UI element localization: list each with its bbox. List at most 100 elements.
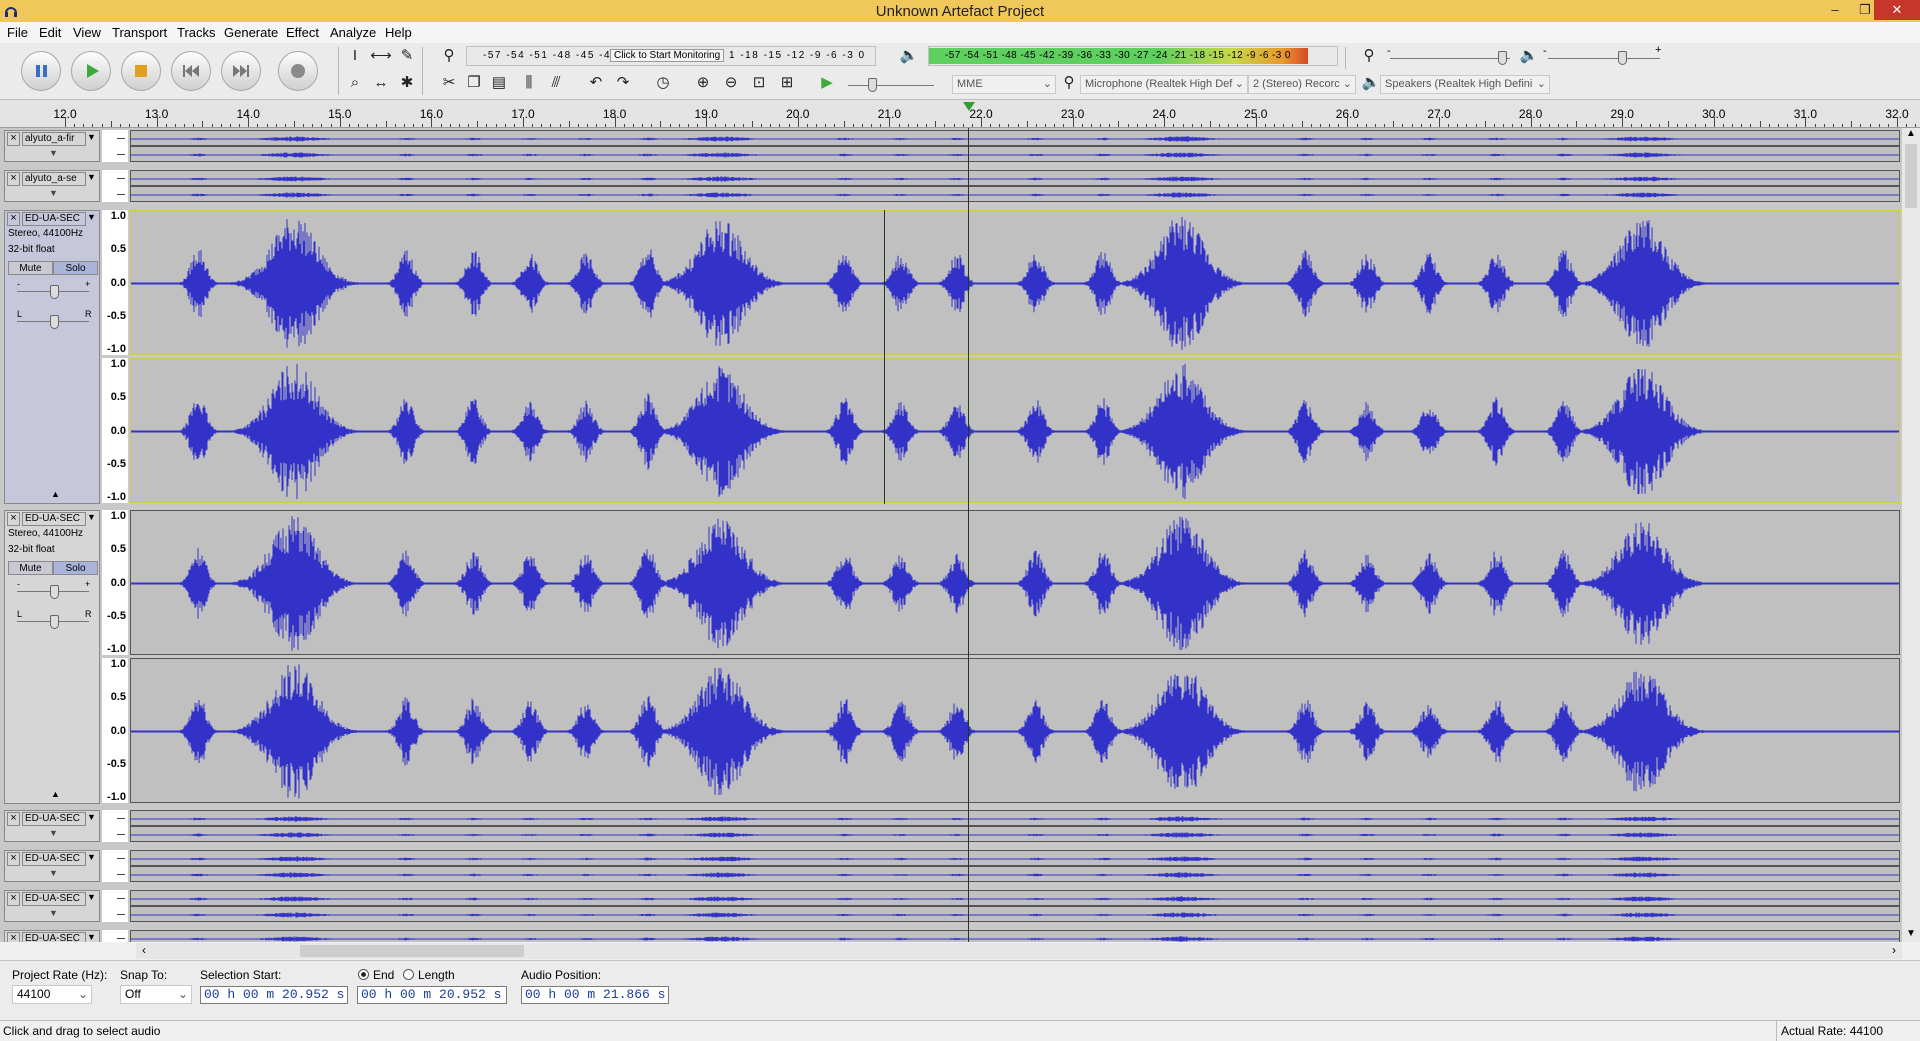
output-volume-slider[interactable] bbox=[1548, 58, 1660, 59]
audio-track[interactable]: × alyuto_a-se ▼ ▼ bbox=[0, 170, 1902, 202]
expand-track-icon[interactable]: ▼ bbox=[49, 868, 58, 878]
playback-meter[interactable]: -57 -54 -51 -48 -45 -42 -39 -36 -33 -30 … bbox=[928, 46, 1338, 66]
chevron-down-icon[interactable]: ▼ bbox=[87, 132, 96, 142]
play-speed-slider[interactable] bbox=[848, 85, 934, 86]
close-track-icon[interactable]: × bbox=[7, 932, 20, 942]
vertical-scale[interactable] bbox=[102, 866, 128, 882]
audio-track[interactable]: × alyuto_a-fir ▼ ▼ bbox=[0, 130, 1902, 162]
scroll-right-icon[interactable]: › bbox=[1892, 943, 1896, 957]
pan-thumb[interactable] bbox=[50, 615, 59, 629]
track-name-menu[interactable]: ED-UA-SEC bbox=[22, 512, 86, 526]
playhead-marker-icon[interactable] bbox=[963, 102, 975, 112]
menu-transport[interactable]: Transport bbox=[112, 25, 167, 40]
waveform-channel[interactable] bbox=[130, 170, 1900, 186]
mute-button[interactable]: Mute bbox=[8, 561, 53, 575]
expand-track-icon[interactable]: ▼ bbox=[49, 188, 58, 198]
track-name-menu[interactable]: ED-UA-SEC bbox=[22, 212, 86, 226]
selection-start-time[interactable]: 00 h 00 m 20.952 s bbox=[200, 986, 348, 1004]
waveform-channel[interactable] bbox=[130, 810, 1900, 826]
vertical-scale[interactable] bbox=[102, 146, 128, 162]
scroll-up-icon[interactable]: ▲ bbox=[1906, 128, 1916, 139]
vertical-scale[interactable] bbox=[102, 186, 128, 202]
monitor-hint[interactable]: Click to Start Monitoring bbox=[610, 49, 725, 62]
solo-button[interactable]: Solo bbox=[53, 561, 98, 575]
menu-analyze[interactable]: Analyze bbox=[330, 25, 376, 40]
solo-button[interactable]: Solo bbox=[53, 261, 98, 275]
waveform-channel[interactable] bbox=[130, 826, 1900, 842]
end-radio[interactable] bbox=[358, 969, 369, 980]
waveform-channel[interactable] bbox=[130, 146, 1900, 162]
envelope-tool-icon[interactable]: ⟷ bbox=[370, 45, 392, 67]
project-rate-select[interactable]: 44100 ⌄ bbox=[12, 985, 92, 1004]
vertical-scale[interactable] bbox=[102, 930, 128, 942]
track-control-panel[interactable]: × ED-UA-SEC ▼ ▼ bbox=[4, 890, 100, 922]
redo-icon[interactable]: ↷ bbox=[612, 72, 634, 94]
skip-start-button[interactable] bbox=[171, 51, 211, 91]
trim-icon[interactable]: ⫼ bbox=[518, 72, 540, 94]
vertical-scrollbar[interactable]: ▲ ▼ bbox=[1902, 128, 1920, 942]
scroll-down-icon[interactable]: ▼ bbox=[1906, 928, 1916, 939]
close-track-icon[interactable]: × bbox=[7, 132, 20, 146]
collapse-track-icon[interactable]: ▲ bbox=[51, 789, 60, 799]
waveform-channel[interactable] bbox=[130, 890, 1900, 906]
speaker-meter-icon[interactable]: 🔈 bbox=[898, 45, 920, 67]
undo-icon[interactable]: ↶ bbox=[585, 72, 607, 94]
record-meter[interactable]: -57 -54 -51 -48 -45 -42 -3 Click to Star… bbox=[466, 46, 876, 66]
close-button[interactable]: ✕ bbox=[1874, 0, 1920, 20]
track-control-panel[interactable]: × alyuto_a-se ▼ ▼ bbox=[4, 170, 100, 202]
close-track-icon[interactable]: × bbox=[7, 512, 20, 526]
menu-file[interactable]: File bbox=[7, 25, 28, 40]
audio-track[interactable]: × ED-UA-SEC ▼ ▼ bbox=[0, 930, 1902, 942]
track-name-menu[interactable]: ED-UA-SEC bbox=[22, 892, 86, 906]
copy-icon[interactable]: ❐ bbox=[463, 72, 485, 94]
waveform-channel[interactable] bbox=[130, 906, 1900, 922]
expand-track-icon[interactable]: ▼ bbox=[49, 148, 58, 158]
play-at-speed-icon[interactable]: ▶ bbox=[816, 72, 838, 94]
pause-button[interactable] bbox=[21, 51, 61, 91]
vertical-scale[interactable] bbox=[102, 170, 128, 186]
vertical-scale[interactable]: 1.0 0.5 0.0 -0.5 -1.0 bbox=[102, 210, 128, 355]
vertical-scale[interactable] bbox=[102, 810, 128, 826]
input-volume-slider[interactable] bbox=[1390, 58, 1510, 59]
length-radio[interactable] bbox=[403, 969, 414, 980]
waveform-channel[interactable] bbox=[130, 930, 1900, 942]
waveform-channel[interactable] bbox=[130, 510, 1900, 655]
waveform-channel[interactable] bbox=[130, 186, 1900, 202]
track-name-menu[interactable]: ED-UA-SEC bbox=[22, 932, 86, 942]
pan-thumb[interactable] bbox=[50, 315, 59, 329]
minimize-button[interactable]: – bbox=[1820, 0, 1850, 20]
close-track-icon[interactable]: × bbox=[7, 212, 20, 226]
track-control-panel[interactable]: × ED-UA-SEC ▼ Stereo, 44100Hz 32-bit flo… bbox=[4, 210, 100, 504]
menu-edit[interactable]: Edit bbox=[39, 25, 61, 40]
waveform-channel[interactable] bbox=[130, 210, 1900, 355]
chevron-down-icon[interactable]: ▼ bbox=[87, 892, 96, 902]
track-control-panel[interactable]: × ED-UA-SEC ▼ Stereo, 44100Hz 32-bit flo… bbox=[4, 510, 100, 804]
track-control-panel[interactable]: × ED-UA-SEC ▼ ▼ bbox=[4, 930, 100, 942]
waveform-channel[interactable] bbox=[130, 866, 1900, 882]
vertical-scale[interactable] bbox=[102, 826, 128, 842]
close-track-icon[interactable]: × bbox=[7, 172, 20, 186]
stop-button[interactable] bbox=[121, 51, 161, 91]
waveform-channel[interactable] bbox=[130, 130, 1900, 146]
play-speed-thumb[interactable] bbox=[868, 78, 877, 92]
track-name-menu[interactable]: alyuto_a-fir bbox=[22, 132, 86, 146]
skip-end-button[interactable] bbox=[221, 51, 261, 91]
menu-view[interactable]: View bbox=[73, 25, 101, 40]
fit-selection-icon[interactable]: ⊡ bbox=[748, 72, 770, 94]
chevron-down-icon[interactable]: ▼ bbox=[87, 852, 96, 862]
audio-host-select[interactable]: MME ⌄ bbox=[952, 75, 1056, 94]
close-track-icon[interactable]: × bbox=[7, 892, 20, 906]
waveform-channel[interactable] bbox=[130, 658, 1900, 803]
audio-track[interactable]: × ED-UA-SEC ▼ ▼ bbox=[0, 810, 1902, 842]
timeline-ruler[interactable]: 12.0 13.0 14.0 15.0 16.0 17.0 18.0 19.0 20.0 21.0… bbox=[0, 100, 1920, 128]
tracks-area[interactable]: × alyuto_a-fir ▼ ▼ × alyuto_a-se ▼ ▼ × E… bbox=[0, 128, 1902, 942]
selection-tool-icon[interactable]: I bbox=[344, 45, 366, 67]
track-control-panel[interactable]: × ED-UA-SEC ▼ ▼ bbox=[4, 810, 100, 842]
close-track-icon[interactable]: × bbox=[7, 852, 20, 866]
audio-track[interactable]: × ED-UA-SEC ▼ Stereo, 44100Hz 32-bit flo… bbox=[0, 510, 1902, 804]
menu-tracks[interactable]: Tracks bbox=[177, 25, 216, 40]
track-name-menu[interactable]: ED-UA-SEC bbox=[22, 812, 86, 826]
audio-track[interactable]: × ED-UA-SEC ▼ Stereo, 44100Hz 32-bit flo… bbox=[0, 210, 1902, 504]
zoom-in-icon[interactable]: ⊕ bbox=[692, 72, 714, 94]
gain-thumb[interactable] bbox=[50, 585, 59, 599]
